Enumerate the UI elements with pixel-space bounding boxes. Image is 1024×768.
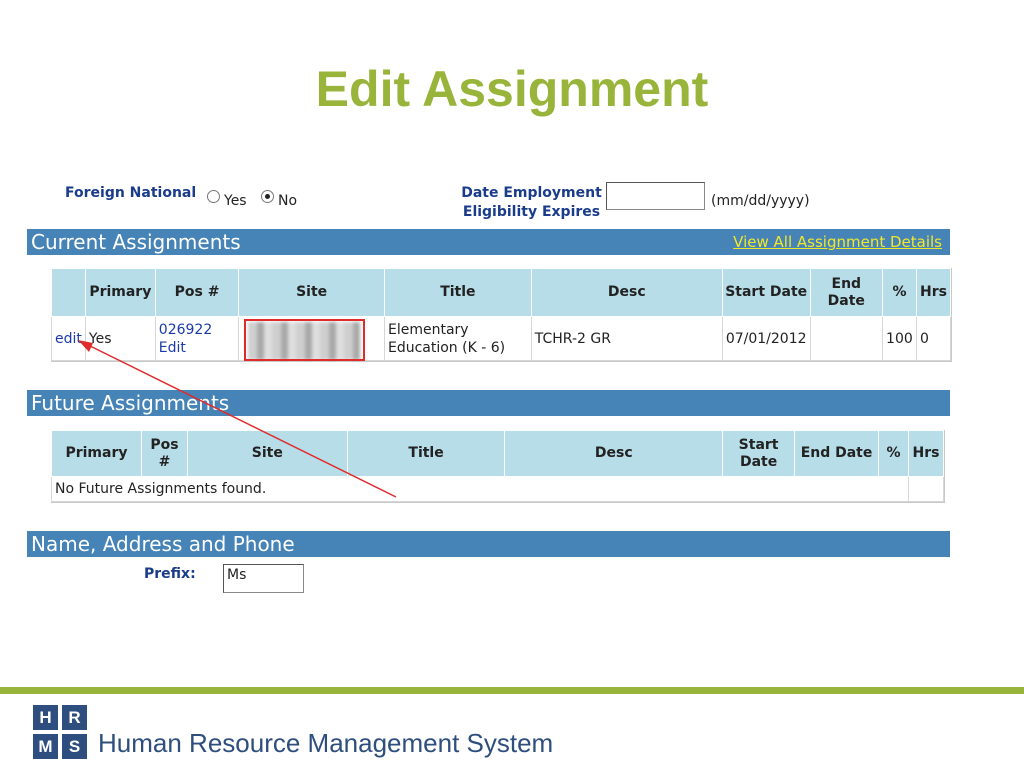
logo-letter-h: H xyxy=(33,705,58,730)
annotation-arrow xyxy=(78,340,397,498)
logo-letter-r: R xyxy=(62,705,87,730)
annotation-arrow-line xyxy=(83,342,397,498)
footer-divider xyxy=(0,687,1024,694)
logo-letter-m: M xyxy=(33,734,58,759)
footer-system-name: Human Resource Management System xyxy=(98,728,554,758)
annotation-arrow-head xyxy=(78,340,93,352)
hrms-logo: H R M S xyxy=(33,705,87,759)
logo-letter-s: S xyxy=(62,734,87,759)
